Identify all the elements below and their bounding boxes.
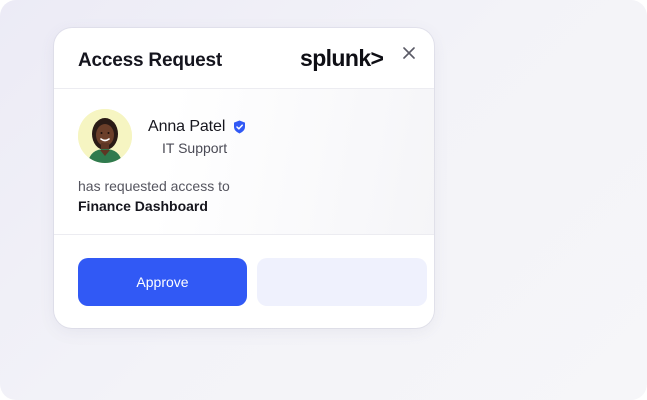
close-icon (403, 47, 415, 59)
verified-shield-icon (234, 120, 245, 134)
requester-name: Anna Patel (148, 118, 226, 135)
dialog-body: Anna Patel IT Support has requested acce… (54, 89, 434, 235)
splunk-logo: splunk> (300, 45, 384, 71)
dialog-title: Access Request (78, 50, 222, 71)
request-description: has requested access to (78, 178, 230, 194)
secondary-action-button[interactable] (257, 258, 427, 306)
access-request-dialog: Access Request splunk> Anna Patel IT Sup… (54, 28, 434, 328)
dialog-header: Access Request splunk> (54, 28, 434, 89)
approve-button[interactable]: Approve (78, 258, 247, 306)
user-photo (78, 109, 132, 163)
close-button[interactable] (398, 42, 420, 64)
requested-resource: Finance Dashboard (78, 198, 208, 214)
avatar (78, 109, 132, 163)
requester-role: IT Support (162, 140, 228, 156)
